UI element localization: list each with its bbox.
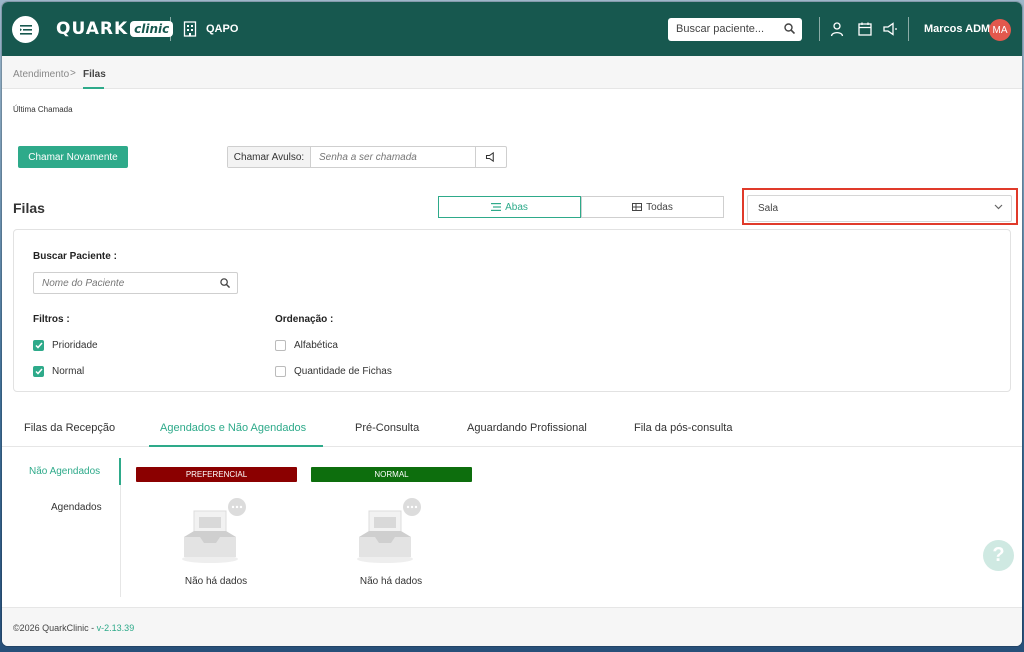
check-icon — [34, 368, 43, 375]
empty-text: Não há dados — [184, 576, 248, 587]
table-icon — [632, 203, 643, 211]
highlight-box — [742, 188, 1018, 225]
toggle-todas-label: Todas — [646, 201, 673, 213]
calendar-icon[interactable] — [857, 21, 873, 37]
user-name[interactable]: Marcos ADM — [924, 23, 990, 35]
patient-search-input[interactable]: Buscar paciente... — [668, 18, 802, 41]
logo-text: QUARK — [56, 19, 129, 39]
menu-toggle-button[interactable] — [12, 16, 39, 43]
side-item-agendados[interactable]: Agendados — [51, 502, 102, 513]
page-title: Filas — [13, 200, 45, 216]
divider — [120, 485, 121, 597]
empty-state-normal: Não há dados — [336, 497, 446, 587]
checkbox[interactable] — [275, 340, 286, 351]
app-window: QUARK clinic QAPO Buscar paciente... Mar… — [2, 2, 1022, 646]
order-alfabetica[interactable]: Alfabética — [275, 340, 338, 351]
order-quantidade-fichas[interactable]: Quantidade de Fichas — [275, 366, 392, 377]
patient-name-placeholder: Nome do Paciente — [42, 278, 125, 289]
chevron-right-icon: > — [70, 68, 76, 79]
queue-header-preferencial: PREFERENCIAL — [136, 467, 297, 482]
breadcrumb-parent[interactable]: Atendimento — [13, 69, 69, 80]
tab-filas-recepcao[interactable]: Filas da Recepção — [24, 422, 115, 434]
patient-name-input[interactable]: Nome do Paciente — [33, 272, 238, 294]
toggle-abas-label: Abas — [505, 201, 528, 213]
ticket-input[interactable]: Senha a ser chamada — [311, 147, 476, 167]
call-avulso-label: Chamar Avulso: — [228, 147, 311, 167]
megaphone-icon[interactable] — [882, 21, 898, 37]
side-item-nao-agendados[interactable]: Não Agendados — [29, 466, 100, 477]
megaphone-icon — [485, 151, 494, 163]
empty-state-preferencial: Não há dados — [161, 497, 271, 587]
quarkclinic-logo[interactable]: QUARK clinic — [56, 19, 174, 39]
checkbox[interactable] — [275, 366, 286, 377]
filter-card — [13, 229, 1011, 392]
empty-inbox-icon — [182, 498, 246, 563]
tab-aguardando-profissional[interactable]: Aguardando Profissional — [467, 422, 587, 434]
ordering-label: Ordenação : — [275, 314, 334, 325]
active-tab-underline — [149, 445, 323, 447]
empty-text: Não há dados — [359, 576, 423, 587]
filters-label: Filtros : — [33, 314, 70, 325]
queue-header-normal: NORMAL — [311, 467, 472, 482]
search-icon — [220, 278, 230, 288]
footer-copyright: ©2026 QuarkClinic - — [13, 623, 97, 633]
call-again-button[interactable]: Chamar Novamente — [18, 146, 128, 168]
divider — [819, 17, 820, 41]
tab-fila-pos-consulta[interactable]: Fila da pós-consulta — [634, 422, 732, 434]
search-placeholder: Buscar paciente... — [676, 23, 765, 35]
order-label: Alfabética — [294, 340, 338, 351]
building-icon — [183, 21, 197, 37]
order-label: Quantidade de Fichas — [294, 366, 392, 377]
footer-version[interactable]: v-2.13.39 — [97, 623, 135, 633]
filter-normal[interactable]: Normal — [33, 366, 84, 377]
logo-pill: clinic — [130, 21, 174, 37]
tab-agendados-nao-agendados[interactable]: Agendados e Não Agendados — [160, 422, 306, 434]
call-avulso-group: Chamar Avulso: Senha a ser chamada — [227, 146, 507, 168]
side-active-indicator — [119, 458, 121, 485]
list-icon — [491, 203, 502, 211]
checkbox[interactable] — [33, 340, 44, 351]
last-call-label: Última Chamada — [13, 105, 73, 114]
call-avulso-button[interactable] — [476, 147, 506, 167]
search-patient-label: Buscar Paciente : — [33, 251, 117, 262]
help-button[interactable]: ? — [983, 540, 1014, 571]
breadcrumb-active-underline — [83, 87, 104, 89]
menu-icon — [19, 24, 32, 35]
footer: ©2026 QuarkClinic - v-2.13.39 — [2, 607, 1022, 646]
queue-tabs: Filas da Recepção Agendados e Não Agenda… — [2, 413, 1022, 447]
filter-label: Prioridade — [52, 340, 98, 351]
breadcrumb: Atendimento > Filas — [2, 56, 1022, 89]
tab-pre-consulta[interactable]: Pré-Consulta — [355, 422, 419, 434]
empty-inbox-icon — [357, 498, 421, 563]
check-icon — [34, 342, 43, 349]
search-icon — [784, 23, 795, 34]
checkbox[interactable] — [33, 366, 44, 377]
divider — [908, 17, 909, 41]
breadcrumb-current: Filas — [83, 69, 106, 80]
toggle-abas[interactable]: Abas — [438, 196, 581, 218]
divider — [170, 17, 171, 41]
filter-prioridade[interactable]: Prioridade — [33, 340, 98, 351]
avatar[interactable]: MA — [989, 19, 1011, 41]
clinic-name[interactable]: QAPO — [206, 23, 238, 35]
user-icon[interactable] — [829, 21, 845, 37]
top-navbar: QUARK clinic QAPO Buscar paciente... Mar… — [2, 2, 1022, 56]
filter-label: Normal — [52, 366, 85, 377]
toggle-todas[interactable]: Todas — [581, 196, 724, 218]
